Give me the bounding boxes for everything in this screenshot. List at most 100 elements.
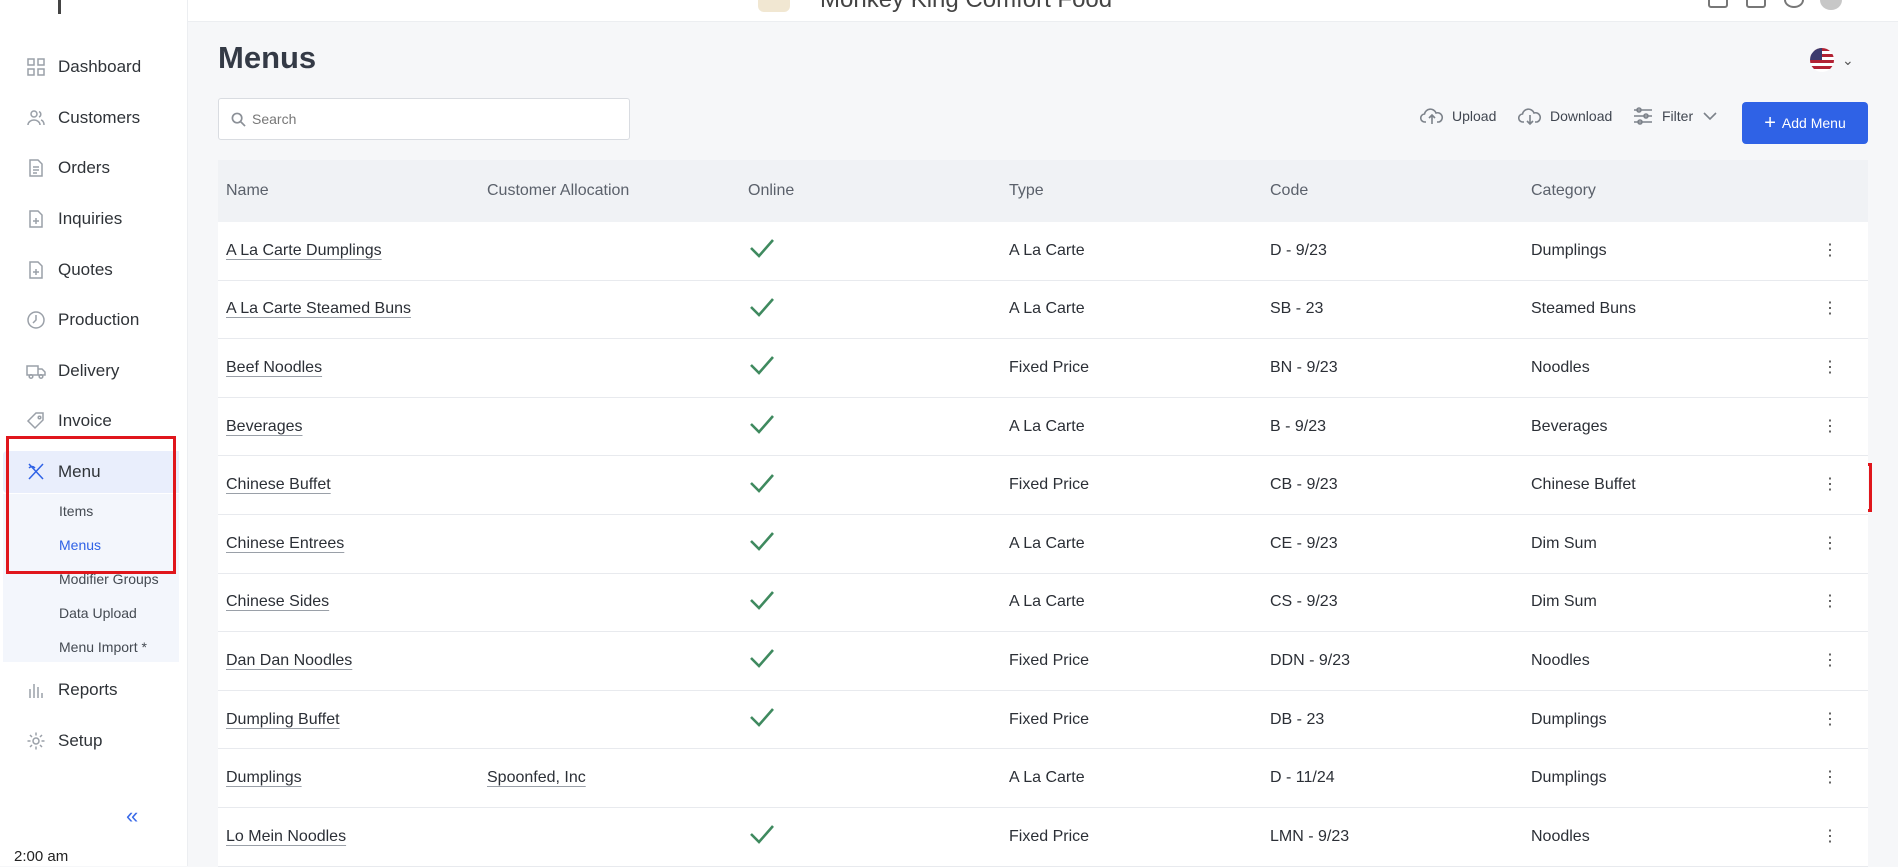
online-check-icon [748, 473, 776, 498]
filter-button[interactable]: Filter [1632, 106, 1727, 126]
submenu-item-menus[interactable]: Menus [59, 537, 101, 553]
chevron-down-icon: ⌄ [1842, 51, 1854, 68]
users-icon [26, 108, 46, 128]
help-icon[interactable] [1784, 0, 1804, 8]
menu-name-link[interactable]: Beef Noodles [226, 359, 322, 376]
more-options-icon[interactable]: ⋮ [1820, 710, 1840, 730]
menus-table: Name Customer Allocation Online Type Cod… [218, 160, 1868, 867]
more-options-icon[interactable]: ⋮ [1820, 417, 1840, 437]
sidebar-item-label: Customers [58, 108, 141, 127]
online-check-icon [748, 532, 776, 556]
sidebar-item-reports[interactable]: Reports [0, 669, 188, 711]
menu-name-link[interactable]: Lo Mein Noodles [226, 828, 346, 845]
menu-code: DDN - 9/23 [1270, 651, 1351, 669]
filter-label: Filter [1662, 108, 1694, 124]
sidebar-item-setup[interactable]: Setup [0, 720, 188, 762]
menu-type: Fixed Price [1009, 358, 1090, 376]
us-flag-icon [1810, 48, 1834, 72]
chevron-down-icon [1703, 112, 1717, 121]
menu-name-link[interactable]: Dumplings [226, 769, 302, 786]
table-row[interactable]: Beverages A La Carte B - 9/23 Beverages ⋮ [218, 397, 1868, 457]
menu-name-link[interactable]: Chinese Buffet [226, 476, 331, 493]
sidebar-item-customers[interactable]: Customers [0, 97, 188, 139]
table-row[interactable]: Chinese Buffet Fixed Price CB - 9/23 Chines… [218, 456, 1868, 515]
search-input[interactable] [252, 111, 612, 127]
menu-code: B - 9/23 [1270, 417, 1327, 435]
table-row[interactable]: Dumplings Spoonfed, Inc A La Carte D - 11/2… [218, 749, 1868, 808]
sidebar-item-label: Production [58, 310, 140, 329]
menu-type: A La Carte [1009, 769, 1085, 787]
more-options-icon[interactable]: ⋮ [1820, 534, 1840, 554]
sidebar-item-orders[interactable]: Orders [0, 147, 188, 189]
menu-category: Noodles [1531, 358, 1590, 376]
more-options-icon[interactable]: ⋮ [1820, 651, 1840, 671]
add-menu-button[interactable]: + Add Menu [1742, 102, 1868, 144]
online-check-icon [748, 825, 776, 849]
table-row[interactable]: Dumpling Buffet Fixed Price DB - 23 Dumplin… [218, 690, 1868, 750]
menu-name-link[interactable]: Chinese Entrees [226, 535, 344, 552]
menu-name-link[interactable]: Dan Dan Noodles [226, 652, 352, 669]
collapse-sidebar-icon[interactable]: « [126, 803, 138, 829]
upload-button[interactable]: Upload [1420, 106, 1496, 126]
menu-category: Noodles [1531, 827, 1590, 845]
brand-logo [758, 0, 790, 12]
more-options-icon[interactable]: ⋮ [1820, 358, 1840, 378]
customer-allocation-link[interactable]: Spoonfed, Inc [487, 769, 586, 786]
calendar-icon[interactable] [1746, 0, 1766, 8]
more-options-icon[interactable]: ⋮ [1820, 241, 1840, 261]
menu-name-link[interactable]: Beverages [226, 418, 303, 435]
column-header-code[interactable]: Code [1262, 182, 1523, 200]
menu-name-link[interactable]: Dumpling Buffet [226, 711, 340, 728]
menu-type: Fixed Price [1009, 827, 1090, 845]
more-options-icon[interactable]: ⋮ [1820, 592, 1840, 612]
column-header-name[interactable]: Name [218, 182, 479, 200]
table-row[interactable]: A La Carte Steamed Buns A La Carte SB - 23… [218, 280, 1868, 340]
sidebar-item-inquiries[interactable]: Inquiries [0, 198, 188, 240]
column-header-online[interactable]: Online [740, 182, 1001, 200]
language-selector[interactable]: ⌄ [1810, 48, 1854, 72]
submenu-item-items[interactable]: Items [59, 503, 93, 519]
sidebar-item-label: Menu [58, 462, 101, 481]
sidebar-item-delivery[interactable]: Delivery [0, 350, 188, 392]
menu-name-link[interactable]: A La Carte Dumplings [226, 242, 382, 259]
add-menu-label: Add Menu [1781, 115, 1846, 131]
logo [58, 0, 61, 14]
tag-icon [26, 411, 46, 431]
submenu-item-data-upload[interactable]: Data Upload [59, 605, 137, 621]
avatar[interactable] [1820, 0, 1842, 10]
bar-chart-icon [26, 680, 46, 700]
menu-name-link[interactable]: Chinese Sides [226, 593, 329, 610]
sidebar-item-quotes[interactable]: Quotes [0, 249, 188, 291]
menu-name-link[interactable]: A La Carte Steamed Buns [226, 300, 411, 317]
square-icon[interactable] [1708, 0, 1728, 8]
column-header-category[interactable]: Category [1523, 182, 1784, 200]
menu-code: CS - 9/23 [1270, 593, 1338, 611]
column-header-customer-allocation[interactable]: Customer Allocation [479, 182, 740, 200]
table-row[interactable]: Lo Mein Noodles Fixed Price LMN - 9/23 Nood… [218, 807, 1868, 867]
sidebar-item-menu[interactable]: Menu [3, 451, 179, 493]
sidebar-item-dashboard[interactable]: Dashboard [0, 46, 188, 88]
more-options-icon[interactable]: ⋮ [1820, 827, 1840, 847]
menu-type: A La Carte [1009, 593, 1085, 611]
menu-type: Fixed Price [1009, 651, 1090, 669]
cloud-download-icon [1518, 108, 1541, 126]
table-row[interactable]: A La Carte Dumplings A La Carte D - 9/23 Du… [218, 222, 1868, 281]
sidebar-item-invoice[interactable]: Invoice [0, 400, 188, 442]
table-row[interactable]: Chinese Sides A La Carte CS - 9/23 Dim Sum ⋮ [218, 573, 1868, 633]
online-check-icon [748, 591, 776, 615]
menu-type: A La Carte [1009, 417, 1085, 435]
submenu-item-modifier-groups[interactable]: Modifier Groups [59, 571, 159, 587]
table-row[interactable]: Beef Noodles Fixed Price BN - 9/23 Noodles ⋮ [218, 339, 1868, 398]
table-row[interactable]: Dan Dan Noodles Fixed Price DDN - 9/23 Nood… [218, 632, 1868, 691]
submenu-item-menu-import[interactable]: Menu Import * [59, 639, 147, 655]
menu-category: Dumplings [1531, 769, 1607, 787]
menu-type: Fixed Price [1009, 710, 1090, 728]
sidebar-item-production[interactable]: Production [0, 299, 188, 341]
download-button[interactable]: Download [1518, 106, 1612, 126]
search-box[interactable] [218, 98, 630, 140]
column-header-type[interactable]: Type [1001, 182, 1262, 200]
more-options-icon[interactable]: ⋮ [1820, 299, 1840, 319]
more-options-icon[interactable]: ⋮ [1820, 475, 1840, 495]
table-row[interactable]: Chinese Entrees A La Carte CE - 9/23 Dim Su… [218, 514, 1868, 574]
more-options-icon[interactable]: ⋮ [1820, 768, 1840, 788]
